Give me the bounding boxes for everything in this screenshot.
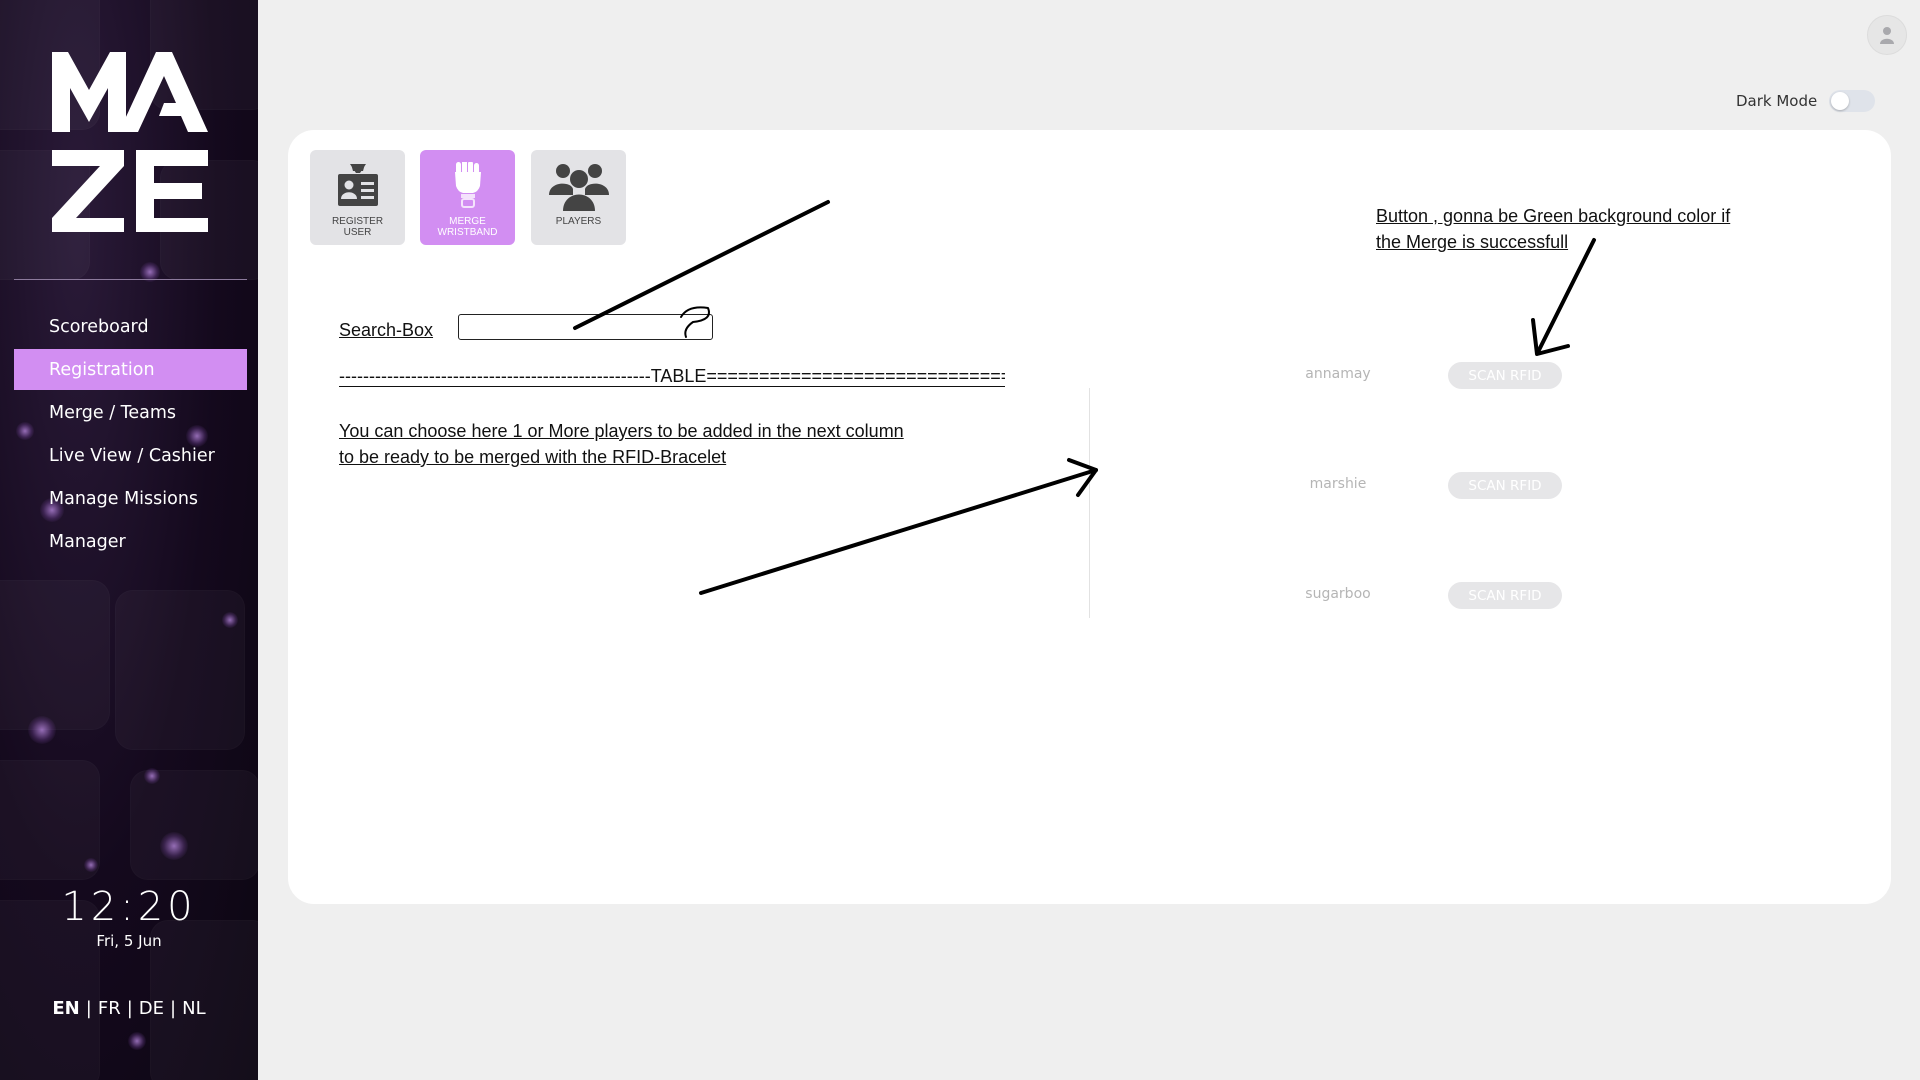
scan-rfid-button[interactable]: SCAN RFID bbox=[1448, 472, 1562, 499]
language-switcher: EN | FR | DE | NL bbox=[52, 998, 206, 1019]
lang-fr[interactable]: FR bbox=[98, 998, 121, 1019]
search-input[interactable] bbox=[458, 314, 713, 340]
id-card-icon bbox=[337, 164, 378, 206]
register-user-label: Register User bbox=[331, 216, 384, 238]
nav-item-scoreboard[interactable]: Scoreboard bbox=[14, 306, 247, 347]
nav-item-live-view-cashier[interactable]: Live View / Cashier bbox=[14, 435, 247, 476]
lang-nl[interactable]: NL bbox=[182, 998, 206, 1019]
choose-players-note-line2: to be ready to be merged with the RFID-B… bbox=[339, 447, 727, 467]
toggle-knob bbox=[1831, 92, 1850, 110]
sidebar-nav: Scoreboard Registration Merge / Teams Li… bbox=[14, 306, 247, 564]
scan-rfid-button[interactable]: SCAN RFID bbox=[1448, 362, 1562, 389]
scan-rfid-button[interactable]: SCAN RFID bbox=[1448, 582, 1562, 609]
merge-wristband-button[interactable]: Merge Wristband bbox=[420, 150, 515, 245]
clock: 12:20 Fri, 5 Jun bbox=[0, 884, 258, 950]
players-label: Players bbox=[555, 216, 602, 227]
lang-de[interactable]: DE bbox=[139, 998, 164, 1019]
wristband-icon bbox=[454, 162, 481, 208]
search-box-label: Search-Box bbox=[339, 320, 434, 340]
player-name: annamay bbox=[1305, 366, 1371, 382]
user-avatar[interactable] bbox=[1867, 15, 1907, 55]
clock-date: Fri, 5 Jun bbox=[96, 932, 162, 950]
table-marker: ----------------------------------------… bbox=[339, 366, 1005, 387]
choose-players-note-line1: You can choose here 1 or More players to… bbox=[339, 421, 904, 441]
button-note-line1: Button , gonna be Green background color… bbox=[1376, 206, 1731, 226]
nav-item-merge-teams[interactable]: Merge / Teams bbox=[14, 392, 247, 433]
arrow-to-scan-button bbox=[1536, 238, 1596, 354]
player-name: sugarboo bbox=[1305, 586, 1371, 602]
nav-item-manage-missions[interactable]: Manage Missions bbox=[14, 478, 247, 519]
button-note-line2: the Merge is successfull bbox=[1376, 232, 1569, 252]
sidebar-divider bbox=[14, 279, 247, 280]
players-icon bbox=[548, 164, 609, 211]
maze-logo bbox=[52, 52, 208, 232]
column-divider bbox=[1089, 388, 1090, 618]
sidebar: Scoreboard Registration Merge / Teams Li… bbox=[0, 0, 258, 1080]
arrow-to-next-column bbox=[699, 468, 1098, 595]
merge-wristband-label: Merge Wristband bbox=[437, 216, 498, 238]
nav-item-manager[interactable]: Manager bbox=[14, 521, 247, 562]
nav-item-registration[interactable]: Registration bbox=[14, 349, 247, 390]
player-name: marshie bbox=[1309, 476, 1367, 492]
dark-mode-label: Dark Mode bbox=[1736, 92, 1818, 110]
players-button[interactable]: Players bbox=[531, 150, 626, 245]
dark-mode-control: Dark Mode bbox=[1736, 90, 1876, 112]
user-icon bbox=[1880, 27, 1894, 44]
lang-en[interactable]: EN bbox=[52, 998, 79, 1019]
register-user-button[interactable]: Register User bbox=[310, 150, 405, 245]
main-card: Register User Merge Wristband bbox=[288, 130, 1891, 904]
dark-mode-toggle[interactable] bbox=[1829, 90, 1876, 112]
clock-time: 12:20 bbox=[61, 884, 197, 930]
